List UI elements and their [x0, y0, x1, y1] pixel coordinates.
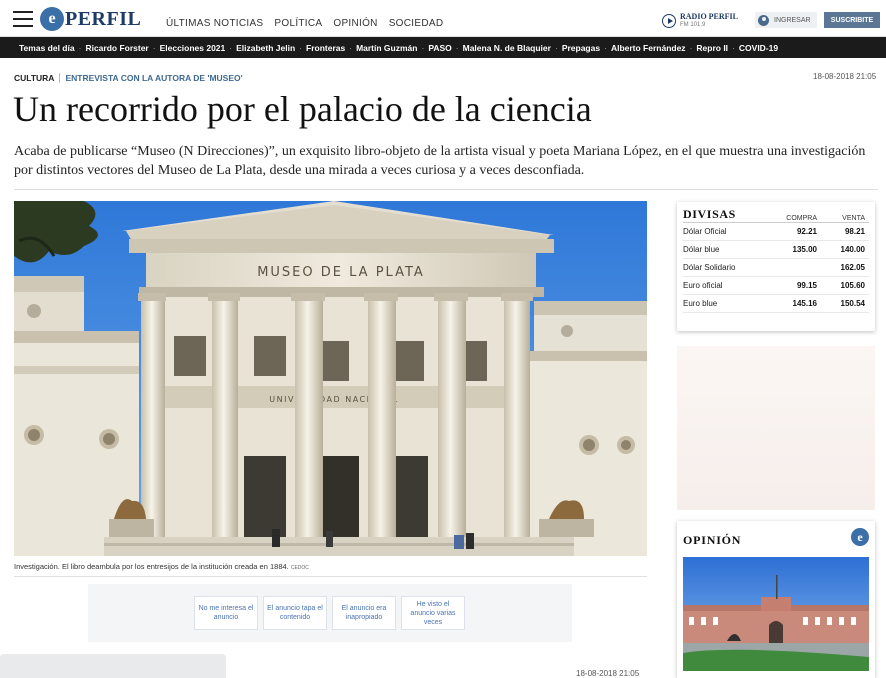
- topic-link[interactable]: Alberto Fernández: [611, 43, 686, 53]
- topic-link[interactable]: Ricardo Forster: [85, 43, 148, 53]
- currency-header: DIVISAS COMPRA VENTA: [683, 206, 869, 223]
- bottom-panel: [0, 654, 226, 678]
- main-nav: ÚLTIMAS NOTICIAS POLÍTICA OPINIÓN SOCIED…: [166, 18, 454, 29]
- play-icon[interactable]: [662, 13, 676, 28]
- topic-link[interactable]: Elecciones 2021: [160, 43, 226, 53]
- opinion-photo[interactable]: [683, 557, 869, 671]
- topic-link[interactable]: Prepagas: [562, 43, 600, 53]
- currency-row: Dólar Solidario 162.05: [683, 259, 869, 277]
- article-lead: Acaba de publicarse “Museo (N Direccione…: [14, 144, 866, 178]
- topic-link[interactable]: Fronteras: [306, 43, 345, 53]
- opinion-title: OPINIÓN: [683, 533, 742, 547]
- menu-icon[interactable]: [13, 11, 33, 27]
- logo-text: PERFIL: [65, 7, 142, 30]
- topic-link[interactable]: Malena N. de Blaquier: [463, 43, 551, 53]
- perfil-logo[interactable]: e PERFIL: [40, 7, 141, 31]
- currency-title: DIVISAS: [683, 207, 736, 221]
- subscribe-button[interactable]: SUSCRIBITE: [824, 12, 880, 28]
- radio-name: RADIO PERFIL: [680, 12, 739, 21]
- topic-link[interactable]: Elizabeth Jelin: [236, 43, 295, 53]
- topic-link[interactable]: Repro II: [696, 43, 728, 53]
- caption-text: Investigación. El libro deambula por los…: [14, 562, 289, 571]
- nav-opinion[interactable]: OPINIÓN: [333, 18, 377, 29]
- topic-link[interactable]: COVID-19: [739, 43, 778, 53]
- currency-row: Euro oficial 99.15 105.60: [683, 277, 869, 295]
- article-date-bottom: 18-08-2018 21:05: [576, 669, 640, 678]
- ad-feedback-inappropriate[interactable]: El anuncio era inapropiado: [332, 596, 396, 630]
- divider: [14, 189, 878, 190]
- topic-temas-del-dia[interactable]: Temas del día: [19, 43, 75, 53]
- currency-row: Dólar blue 135.00 140.00: [683, 241, 869, 259]
- currency-row: Dólar Oficial 92.21 98.21: [683, 223, 869, 241]
- article-photo[interactable]: MUSEO DE LA PLATA UNIVERSIDAD NACIONAL: [14, 201, 647, 556]
- nav-politica[interactable]: POLÍTICA: [274, 18, 322, 29]
- ad-feedback-not-interested[interactable]: No me interesa el anuncio: [194, 596, 258, 630]
- advertisement[interactable]: [677, 346, 875, 510]
- article-kicker: CULTURA ENTREVISTA CON LA AUTORA DE 'MUS…: [14, 73, 243, 83]
- radio-frequency: FM 101.9: [680, 22, 706, 28]
- photo-caption: Investigación. El libro deambula por los…: [14, 562, 309, 571]
- topic-link[interactable]: PASO: [428, 43, 451, 53]
- divider: [14, 576, 647, 577]
- caption-credit: CEDOC: [290, 565, 309, 571]
- perfil-logo-icon: e: [40, 7, 64, 31]
- user-icon: [758, 14, 769, 26]
- nav-sociedad[interactable]: SOCIEDAD: [389, 18, 444, 29]
- ad-feedback-seen-many-times[interactable]: He visto el anuncio varias veces: [401, 596, 465, 630]
- ad-feedback-panel: No me interesa el anuncio El anuncio tap…: [88, 584, 572, 642]
- site-header: e PERFIL ÚLTIMAS NOTICIAS POLÍTICA OPINI…: [0, 0, 886, 37]
- museum-sign: MUSEO DE LA PLATA: [257, 265, 425, 280]
- topics-bar: Temas del día · Ricardo Forster · Eleccion…: [0, 37, 886, 58]
- opinion-widget: OPINIÓN e: [677, 521, 875, 678]
- section-label[interactable]: CULTURA: [14, 73, 54, 83]
- article-date: 18-08-2018 21:05: [813, 72, 877, 81]
- currency-widget: DIVISAS COMPRA VENTA Dólar Oficial 92.21…: [677, 202, 875, 331]
- nav-ultimas-noticias[interactable]: ÚLTIMAS NOTICIAS: [166, 18, 263, 29]
- topic-link[interactable]: Martín Guzmán: [356, 43, 417, 53]
- article-title: Un recorrido por el palacio de la cienci…: [13, 89, 592, 129]
- kicker-label: ENTREVISTA CON LA AUTORA DE 'MUSEO': [65, 73, 243, 83]
- perfil-logo-icon: e: [851, 528, 869, 546]
- login-button[interactable]: INGRESAR: [755, 12, 817, 28]
- currency-row: Euro blue 145.16 150.54: [683, 295, 869, 313]
- radio-perfil-player[interactable]: RADIO PERFIL FM 101.9: [662, 12, 738, 29]
- login-label: INGRESAR: [774, 16, 811, 24]
- col-sell: VENTA: [842, 215, 865, 222]
- col-buy: COMPRA: [786, 215, 817, 222]
- ad-feedback-covers-content[interactable]: El anuncio tapa el contenido: [263, 596, 327, 630]
